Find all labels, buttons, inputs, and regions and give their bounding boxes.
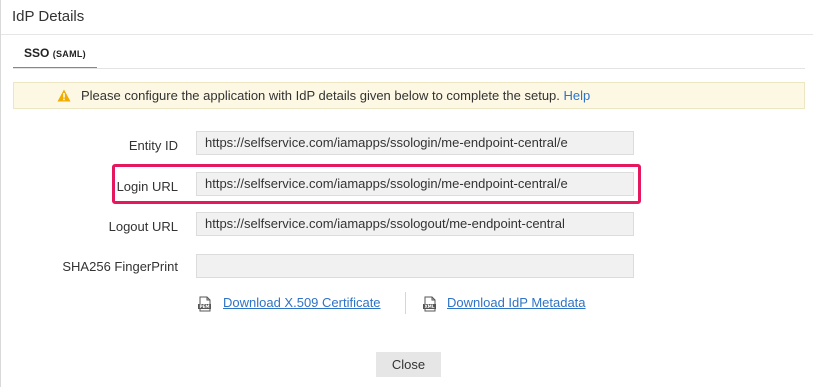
logout-url-field[interactable]: https://selfservice.com/iamapps/ssologou… — [196, 212, 634, 236]
warning-icon — [57, 89, 71, 102]
download-certificate-link[interactable]: Download X.509 Certificate — [223, 295, 381, 310]
alert-text: Please configure the application with Id… — [81, 88, 560, 103]
sha256-field[interactable] — [196, 254, 634, 278]
close-button[interactable]: Close — [376, 352, 441, 377]
help-link[interactable]: Help — [564, 88, 591, 103]
download-metadata-link[interactable]: Download IdP Metadata — [447, 295, 586, 310]
login-url-label: Login URL — [116, 179, 178, 194]
xml-file-icon[interactable]: XML — [422, 296, 438, 312]
tabs-divider — [13, 68, 805, 69]
login-url-field[interactable]: https://selfservice.com/iamapps/ssologin… — [196, 172, 634, 196]
setup-alert: Please configure the application with Id… — [13, 82, 805, 109]
svg-text:PEM: PEM — [199, 304, 209, 309]
entity-id-field[interactable]: https://selfservice.com/iamapps/ssologin… — [196, 131, 634, 155]
idp-details-dialog: IdP Details SSO (SAML) Please configure … — [0, 0, 813, 387]
alert-message: Please configure the application with Id… — [81, 88, 590, 103]
entity-id-label: Entity ID — [128, 138, 178, 153]
svg-text:XML: XML — [424, 304, 434, 309]
header-divider — [1, 34, 813, 35]
sha256-label: SHA256 FingerPrint — [62, 259, 178, 274]
tab-sublabel: (SAML) — [52, 49, 86, 59]
logout-url-label: Logout URL — [108, 219, 178, 234]
pem-file-icon[interactable]: PEM — [197, 296, 213, 312]
dialog-title: IdP Details — [12, 8, 85, 25]
tab-sso-saml[interactable]: SSO (SAML) — [13, 44, 97, 68]
download-separator — [405, 292, 406, 314]
tab-label: SSO — [24, 46, 50, 60]
